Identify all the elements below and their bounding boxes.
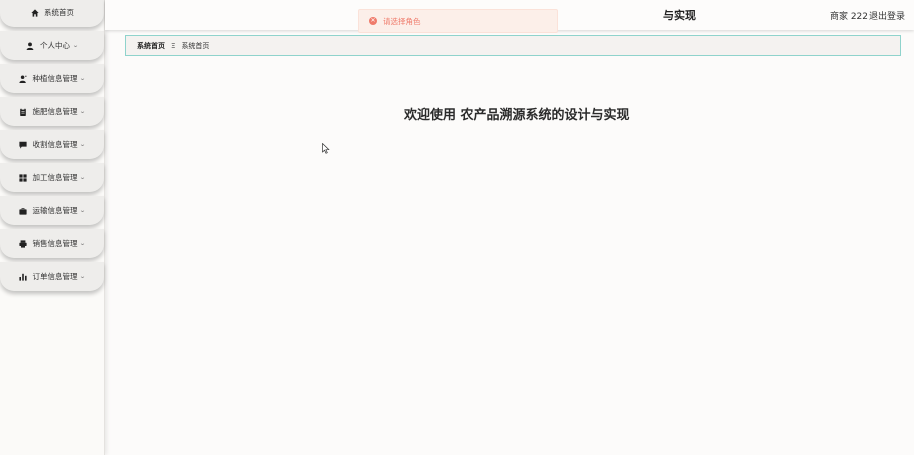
error-toast: ✕ 请选择角色 xyxy=(358,9,558,33)
header-title: 与实现 xyxy=(663,9,696,22)
bar-chart-icon xyxy=(18,272,27,281)
printer-icon xyxy=(18,239,27,248)
chevron-down-icon: ⌄ xyxy=(79,273,87,280)
breadcrumb-home[interactable]: 系统首页 xyxy=(137,41,165,51)
chevron-down-icon: ⌄ xyxy=(79,75,87,82)
app: 系统首页 个人中心 ⌄ 种植信息管理 ⌄ 施肥信息管理 ⌄ 收割信息管理 ⌄ 加… xyxy=(0,0,914,455)
breadcrumb: 系统首页 Ξ 系统首页 xyxy=(125,35,901,56)
chevron-down-icon: ⌄ xyxy=(79,108,87,115)
logout-link[interactable]: 退出登录 xyxy=(869,9,905,22)
sidebar: 系统首页 个人中心 ⌄ 种植信息管理 ⌄ 施肥信息管理 ⌄ 收割信息管理 ⌄ 加… xyxy=(0,0,105,455)
sidebar-item-label: 种植信息管理 xyxy=(32,74,78,83)
chevron-down-icon: ⌄ xyxy=(79,240,87,247)
current-user: 商家 222 xyxy=(829,12,868,22)
user-icon xyxy=(26,41,35,50)
sidebar-item-label: 订单信息管理 xyxy=(32,272,78,281)
clipboard-icon xyxy=(18,107,27,116)
person-icon xyxy=(18,74,27,83)
sidebar-item-label: 系统首页 xyxy=(44,8,74,17)
sidebar-item-fertilizing[interactable]: 施肥信息管理 ⌄ xyxy=(0,97,104,126)
welcome-heading: 欢迎使用 农产品溯源系统的设计与实现 xyxy=(404,108,630,123)
grid-icon xyxy=(18,173,27,182)
sidebar-item-harvest[interactable]: 收割信息管理 ⌄ xyxy=(0,130,104,159)
sidebar-item-label: 运输信息管理 xyxy=(32,206,78,215)
sidebar-item-orders[interactable]: 订单信息管理 ⌄ xyxy=(0,262,104,291)
sidebar-item-processing[interactable]: 加工信息管理 ⌄ xyxy=(0,163,104,192)
chevron-down-icon: ⌄ xyxy=(79,174,87,181)
breadcrumb-current: 系统首页 xyxy=(181,41,210,50)
chat-icon xyxy=(18,140,27,149)
breadcrumb-separator: Ξ xyxy=(171,41,176,50)
sidebar-item-label: 施肥信息管理 xyxy=(32,107,78,116)
chevron-down-icon: ⌄ xyxy=(72,42,79,49)
chevron-down-icon: ⌄ xyxy=(79,141,87,148)
sidebar-item-label: 销售信息管理 xyxy=(32,239,78,248)
mouse-cursor-icon xyxy=(322,143,330,154)
error-icon: ✕ xyxy=(369,17,377,25)
sidebar-item-home[interactable]: 系统首页 xyxy=(0,0,104,27)
toast-message: 请选择角色 xyxy=(383,16,421,26)
sidebar-item-label: 收割信息管理 xyxy=(32,140,78,149)
sidebar-item-label: 加工信息管理 xyxy=(32,173,78,182)
chevron-down-icon: ⌄ xyxy=(79,207,87,214)
sidebar-item-transport[interactable]: 运输信息管理 ⌄ xyxy=(0,196,104,225)
sidebar-item-sales[interactable]: 销售信息管理 ⌄ xyxy=(0,229,104,258)
sidebar-item-planting[interactable]: 种植信息管理 ⌄ xyxy=(0,64,104,93)
home-icon xyxy=(30,8,39,17)
sidebar-item-profile[interactable]: 个人中心 ⌄ xyxy=(0,31,104,60)
briefcase-icon xyxy=(18,206,27,215)
sidebar-item-label: 个人中心 xyxy=(39,41,70,50)
